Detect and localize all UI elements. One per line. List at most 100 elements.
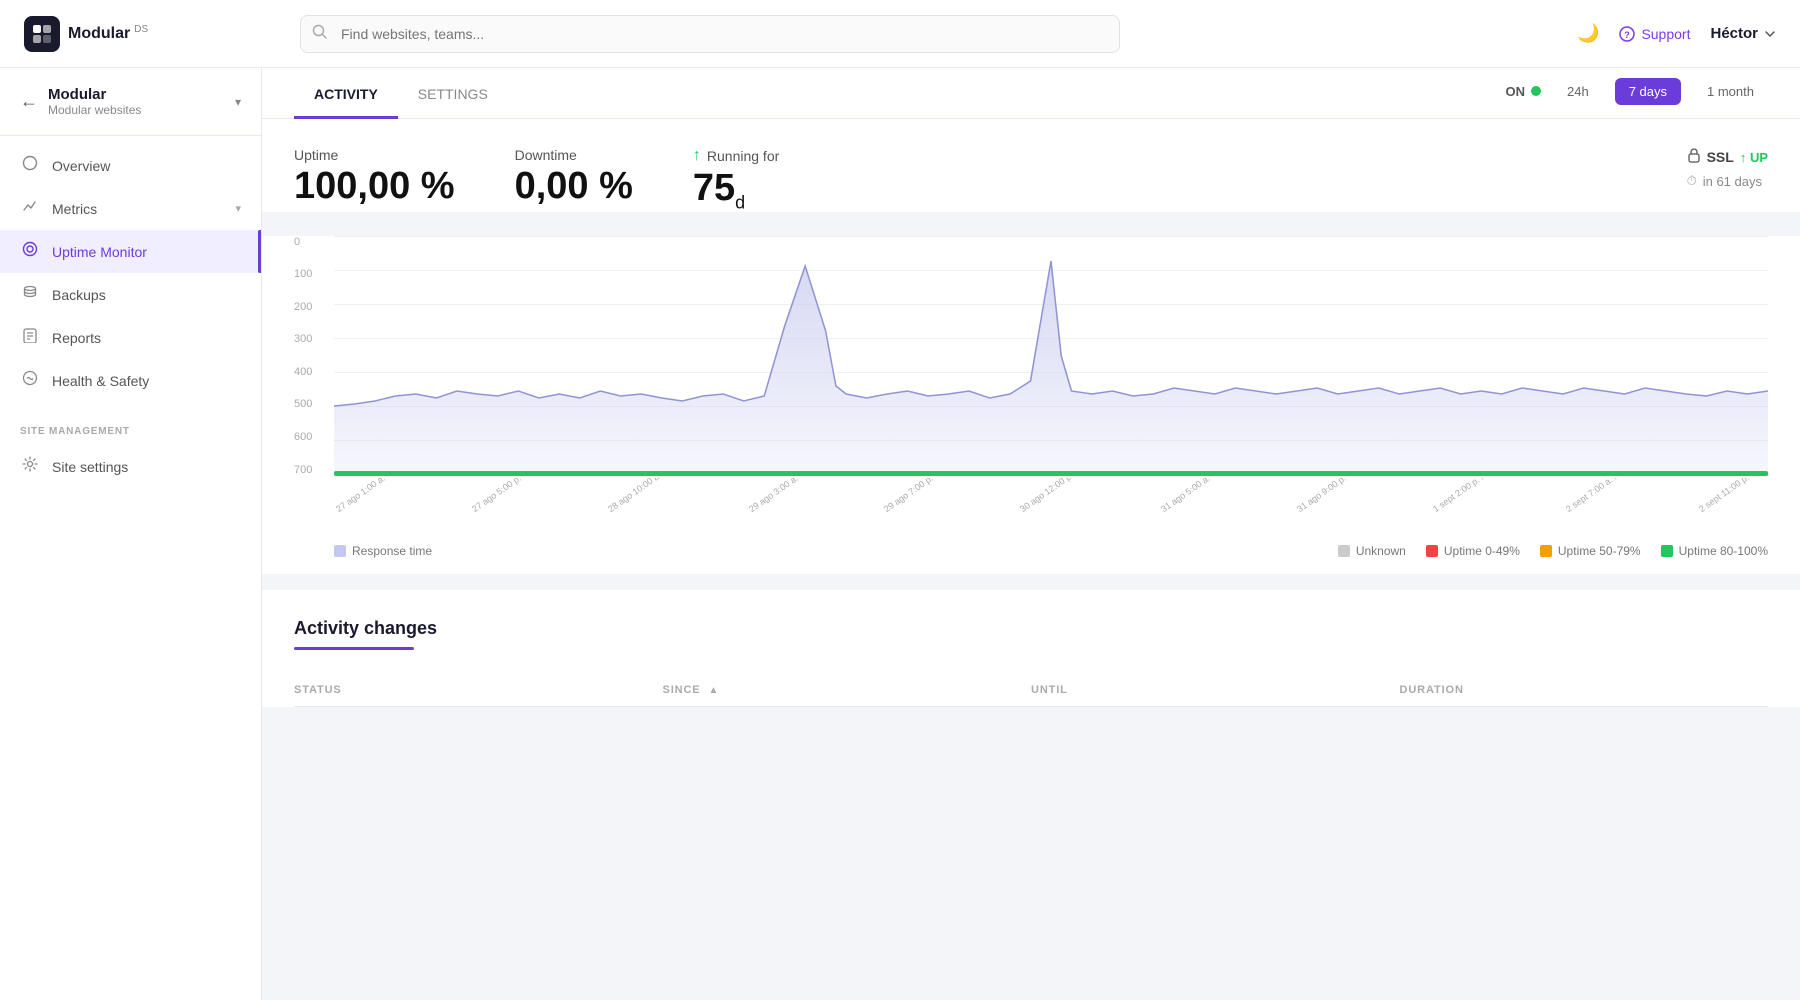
support-button[interactable]: ? Support — [1619, 26, 1690, 42]
settings-icon — [20, 456, 40, 477]
sidebar: ← Modular Modular websites ▾ Overview Me… — [0, 68, 262, 1000]
stats-area: Uptime 100,00 % Downtime 0,00 % ↑ Runnin… — [262, 119, 1800, 212]
legend-response: Response time — [334, 544, 432, 558]
y-label-500: 500 — [294, 398, 334, 410]
sidebar-label-uptime: Uptime Monitor — [52, 244, 147, 260]
legend-uptime80: Uptime 80-100% — [1661, 544, 1768, 558]
site-name: Modular — [48, 86, 225, 103]
activity-underline — [294, 647, 414, 650]
sidebar-item-backups[interactable]: Backups — [0, 273, 261, 316]
metrics-chevron-icon: ▾ — [235, 202, 241, 215]
site-switcher[interactable]: ← Modular Modular websites ▾ — [0, 68, 261, 136]
col-status: STATUS — [294, 684, 663, 696]
green-dot-icon — [1531, 86, 1541, 96]
sidebar-item-overview[interactable]: Overview — [0, 144, 261, 187]
health-icon — [20, 370, 40, 391]
downtime-stat: Downtime 0,00 % — [515, 147, 633, 205]
time-label-3: 29 ago 3:00 a. m. — [747, 478, 810, 514]
running-value: 75d — [693, 169, 779, 212]
sidebar-item-health[interactable]: Health & Safety — [0, 359, 261, 402]
support-label: Support — [1641, 26, 1690, 42]
sidebar-label-backups: Backups — [52, 287, 106, 303]
legend-response-label: Response time — [352, 544, 432, 558]
time-label-7: 31 ago 9:00 p. m. — [1295, 478, 1358, 514]
time-label-5: 30 ago 12:00 p. m. — [1018, 478, 1085, 514]
logo-text: Modular — [68, 25, 130, 43]
chart-wrap: 700 600 500 400 300 200 100 0 — [294, 236, 1768, 516]
arrow-up-icon: ↑ — [693, 147, 701, 165]
sidebar-label-site-settings: Site settings — [52, 459, 128, 475]
ssl-area: SSL ↑ UP ⏱ in 61 days — [1687, 147, 1768, 195]
legend-unknown: Unknown — [1338, 544, 1406, 558]
chart-y-labels: 700 600 500 400 300 200 100 0 — [294, 236, 334, 476]
clock-icon: ⏱ — [1687, 173, 1697, 189]
legend-uptime0-dot — [1426, 545, 1438, 557]
activity-title: Activity changes — [294, 618, 1768, 639]
tabs-bar: ACTIVITY SETTINGS ON 24h 7 days 1 month — [262, 68, 1800, 119]
y-label-700: 700 — [294, 464, 334, 476]
site-info: Modular Modular websites — [48, 86, 225, 117]
uptime-stat: Uptime 100,00 % — [294, 147, 455, 205]
sidebar-label-metrics: Metrics — [52, 201, 97, 217]
nav-right: 🌙 ? Support Héctor — [1577, 23, 1776, 44]
legend-uptime80-label: Uptime 80-100% — [1679, 544, 1768, 558]
running-label: ↑ Running for — [693, 147, 779, 165]
y-label-200: 200 — [294, 301, 334, 313]
search-icon — [312, 24, 327, 44]
sidebar-label-health: Health & Safety — [52, 373, 149, 389]
time-labels-row: 27 ago 1:00 a. m. 27 ago 5:00 p. m. 28 a… — [334, 478, 1768, 516]
overview-icon — [20, 155, 40, 176]
downtime-label: Downtime — [515, 147, 633, 163]
backups-icon — [20, 284, 40, 305]
downtime-value: 0,00 % — [515, 167, 633, 205]
legend-uptime0-label: Uptime 0-49% — [1444, 544, 1520, 558]
time-label-2: 28 ago 10:00 a. m. — [606, 478, 673, 514]
sidebar-item-settings[interactable]: Site settings — [0, 445, 261, 488]
col-since[interactable]: SINCE ▲ — [663, 684, 1032, 696]
y-label-400: 400 — [294, 366, 334, 378]
chart-container: 700 600 500 400 300 200 100 0 — [262, 236, 1800, 536]
time-1month-button[interactable]: 1 month — [1693, 78, 1768, 105]
on-label: ON — [1506, 84, 1526, 99]
chart-legend: Response time Unknown Uptime 0-49% Uptim… — [262, 536, 1800, 574]
sidebar-item-uptime[interactable]: Uptime Monitor — [0, 230, 261, 273]
sidebar-item-reports[interactable]: Reports — [0, 316, 261, 359]
user-name: Héctor — [1710, 25, 1758, 42]
main-content: ACTIVITY SETTINGS ON 24h 7 days 1 month … — [262, 68, 1800, 1000]
time-controls: ON 24h 7 days 1 month — [1506, 78, 1769, 109]
tab-settings[interactable]: SETTINGS — [398, 68, 508, 119]
legend-unknown-dot — [1338, 545, 1350, 557]
svg-text:?: ? — [1625, 30, 1631, 40]
user-menu-button[interactable]: Héctor — [1710, 25, 1776, 42]
chart-svg — [334, 236, 1768, 476]
sidebar-label-overview: Overview — [52, 158, 110, 174]
time-7days-button[interactable]: 7 days — [1615, 78, 1681, 105]
tab-activity[interactable]: ACTIVITY — [294, 68, 398, 119]
time-label-1: 27 ago 5:00 p. m. — [470, 478, 533, 514]
logo-sup: DS — [134, 24, 148, 35]
search-bar[interactable] — [300, 15, 1120, 53]
time-label-8: 1 sept 2:00 p. m. — [1431, 478, 1492, 514]
time-24h-button[interactable]: 24h — [1553, 78, 1603, 105]
sidebar-item-metrics[interactable]: Metrics ▾ — [0, 187, 261, 230]
running-unit: d — [735, 193, 745, 213]
dark-mode-icon[interactable]: 🌙 — [1577, 23, 1599, 44]
search-input[interactable] — [300, 15, 1120, 53]
uptime-bar — [334, 471, 1768, 476]
time-label-9: 2 sept 7:00 a. m. — [1564, 478, 1625, 514]
y-label-0: 0 — [294, 236, 334, 248]
y-label-600: 600 — [294, 431, 334, 443]
time-label-4: 29 ago 7:00 p. m. — [882, 478, 945, 514]
top-navbar: Modular DS 🌙 ? Support Héctor — [0, 0, 1800, 68]
legend-uptime50-dot — [1540, 545, 1552, 557]
back-arrow-icon: ← — [20, 91, 38, 112]
y-label-300: 300 — [294, 333, 334, 345]
logo-icon — [24, 16, 60, 52]
col-until: UNTIL — [1031, 684, 1400, 696]
ssl-expire: in 61 days — [1703, 174, 1762, 189]
uptime-label: Uptime — [294, 147, 455, 163]
sidebar-label-reports: Reports — [52, 330, 101, 346]
uptime-value: 100,00 % — [294, 167, 455, 205]
chart-svg-area — [334, 236, 1768, 476]
logo-area: Modular DS — [24, 16, 284, 52]
